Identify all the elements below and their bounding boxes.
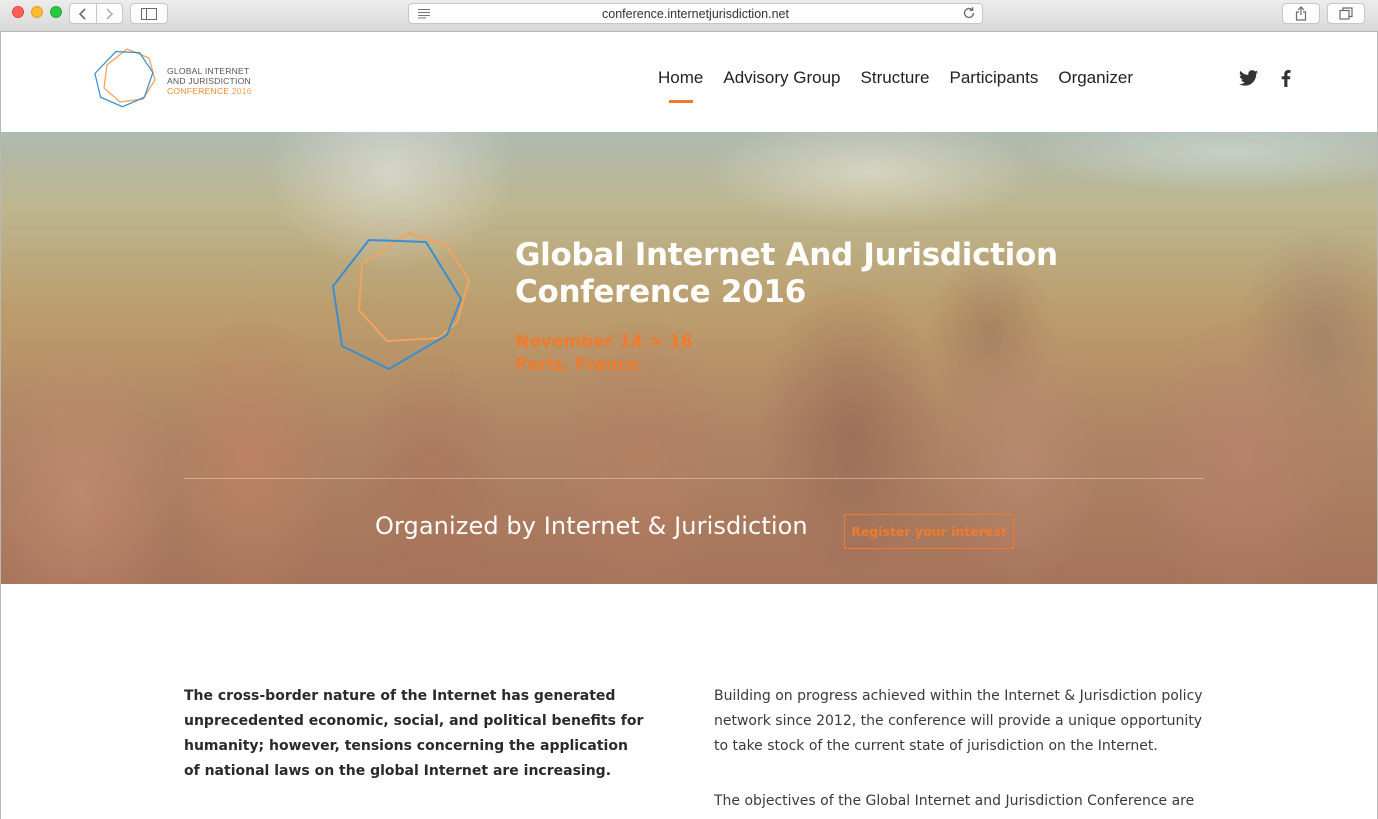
- sidebar-toggle-button[interactable]: [130, 3, 168, 24]
- logo-line-2: AND JURISDICTION: [167, 76, 251, 86]
- history-nav: [69, 3, 123, 24]
- event-location: Paris, France: [515, 355, 640, 375]
- sidebar-icon: [141, 7, 157, 20]
- register-interest-button[interactable]: Register your interest: [844, 514, 1014, 549]
- hero-banner: Global Internet And Jurisdiction Confere…: [1, 132, 1377, 584]
- share-icon: [1295, 6, 1307, 21]
- nav-organizer[interactable]: Organizer: [1058, 68, 1133, 88]
- twitter-icon[interactable]: [1239, 70, 1259, 92]
- minimize-window-button[interactable]: [31, 6, 43, 18]
- close-window-button[interactable]: [12, 6, 24, 18]
- hero-title: Global Internet And Jurisdiction Confere…: [515, 237, 1155, 311]
- chevron-right-icon: [106, 7, 114, 20]
- intro-body: Building on progress achieved within the…: [714, 684, 1214, 814]
- browser-toolbar: conference.internetjurisdiction.net: [0, 0, 1378, 32]
- chevron-left-icon: [78, 7, 86, 20]
- zoom-window-button[interactable]: [50, 6, 62, 18]
- reader-icon[interactable]: [417, 8, 431, 19]
- tab-overview-button[interactable]: [1327, 3, 1365, 24]
- nav-home[interactable]: Home: [658, 68, 703, 103]
- nav-participants[interactable]: Participants: [950, 68, 1039, 88]
- intro-lead-text: The cross-border nature of the Internet …: [184, 688, 644, 779]
- hero-title-line-2: Conference 2016: [515, 274, 806, 310]
- facebook-icon[interactable]: [1281, 70, 1291, 92]
- tabs-icon: [1339, 7, 1353, 20]
- site-logo[interactable]: GLOBAL INTERNET AND JURISDICTION CONFERE…: [94, 47, 264, 115]
- share-button[interactable]: [1282, 3, 1320, 24]
- hero-title-line-1: Global Internet And Jurisdiction: [515, 237, 1058, 273]
- organizer-tagline: Organized by Internet & Jurisdiction: [375, 512, 808, 540]
- logo-year: 2016: [231, 86, 252, 96]
- intro-paragraph-2: The objectives of the Global Internet an…: [714, 793, 1195, 809]
- hero-divider: [184, 478, 1204, 479]
- back-button[interactable]: [70, 4, 96, 23]
- social-links: [1239, 70, 1291, 92]
- forward-button[interactable]: [95, 4, 122, 23]
- reload-icon[interactable]: [962, 6, 976, 20]
- main-nav: Home Advisory Group Structure Participan…: [658, 68, 1153, 103]
- event-date: November 14 > 16: [515, 332, 693, 352]
- logo-conference: CONFERENCE: [167, 86, 230, 96]
- logo-line-1: GLOBAL INTERNET: [167, 66, 250, 76]
- site-header: GLOBAL INTERNET AND JURISDICTION CONFERE…: [1, 32, 1377, 132]
- heptagon-emblem-icon: [331, 231, 471, 371]
- url-text: conference.internetjurisdiction.net: [602, 6, 789, 21]
- logo-wordmark: GLOBAL INTERNET AND JURISDICTION CONFERE…: [167, 66, 252, 96]
- nav-advisory-group[interactable]: Advisory Group: [723, 68, 840, 88]
- intro-paragraph-1: Building on progress achieved within the…: [714, 688, 1203, 754]
- logo-line-3: CONFERENCE 2016: [167, 86, 252, 96]
- heptagon-logo-icon: [94, 48, 156, 108]
- nav-structure[interactable]: Structure: [861, 68, 930, 88]
- address-bar[interactable]: conference.internetjurisdiction.net: [408, 3, 983, 24]
